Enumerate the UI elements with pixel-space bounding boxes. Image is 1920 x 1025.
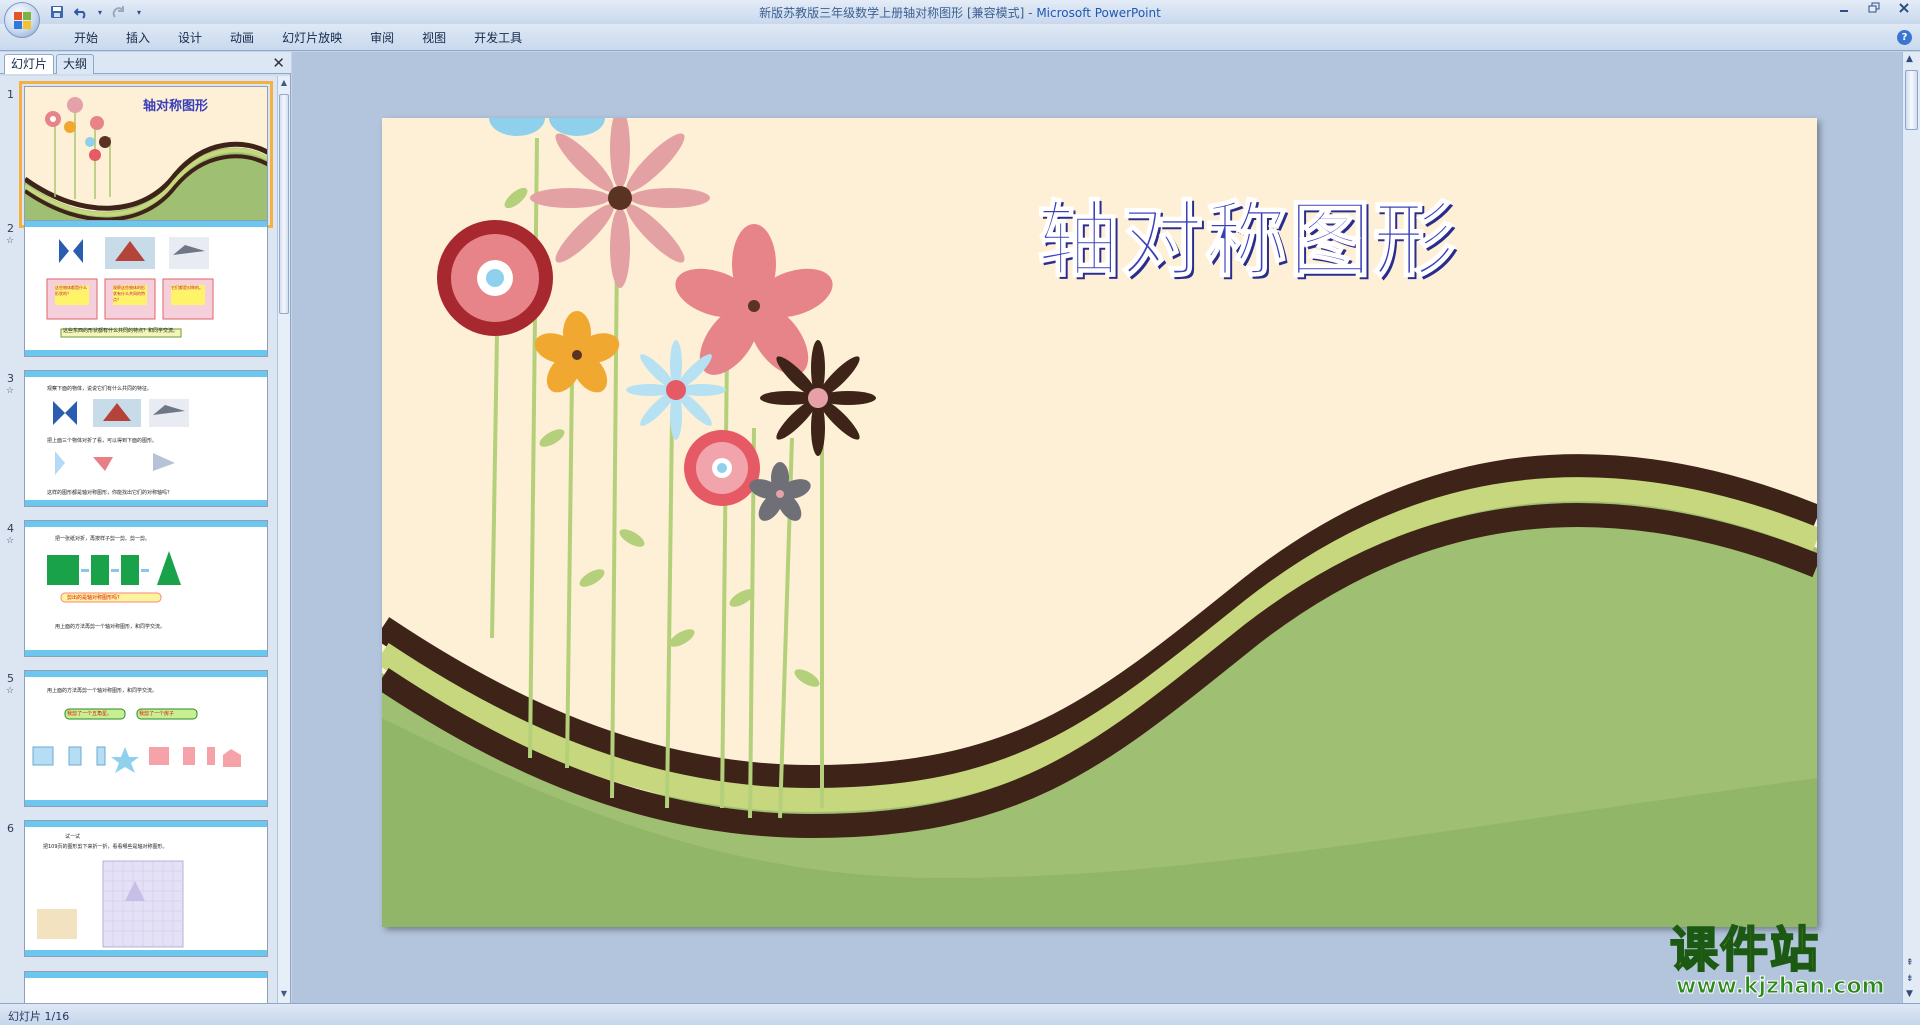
- restore-icon[interactable]: [1864, 2, 1884, 18]
- thumbnail-caption: 用上面的方法再剪一个轴对称图形，和同学交流。: [47, 688, 158, 694]
- watermark-url: www.kjzhan.com: [1676, 974, 1886, 1000]
- thumbnail-caption: 这些东西的形状都有什么共同的特点？和同学交流。: [63, 328, 179, 334]
- scrollbar-thumb[interactable]: [1905, 70, 1918, 130]
- tab-developer[interactable]: 开发工具: [460, 29, 536, 47]
- window-controls: [1834, 2, 1914, 18]
- thumbnail-number: 2: [7, 222, 14, 235]
- thumbnail-slide-5[interactable]: 用上面的方法再剪一个轴对称图形，和同学交流。 我剪了一个五角星。 我剪了一个房子: [24, 670, 268, 807]
- scroll-up-icon[interactable]: ▲: [1906, 54, 1913, 64]
- app-name: Microsoft PowerPoint: [1036, 6, 1161, 20]
- thumbnail-caption: 观察下面的物体，说说它们有什么共同的特征。: [47, 386, 153, 392]
- window-title: 新版苏教版三年级数学上册轴对称图形 [兼容模式] - Microsoft Pow…: [0, 4, 1920, 21]
- animation-star-icon: ☆: [6, 386, 15, 396]
- editing-canvas: 轴对称图形: [292, 52, 1902, 1003]
- scroll-down-icon[interactable]: ▼: [279, 989, 289, 1001]
- tab-view[interactable]: 视图: [408, 29, 460, 47]
- thumbnail-slide-7[interactable]: [24, 971, 268, 1003]
- thumbnail-slide-6[interactable]: 试一试 把109页的图形剪下来折一折，看看哪些是轴对称图形。: [24, 820, 268, 957]
- thumbnail-caption: 把上面三个物体对折了看，可以得到下面的图形。: [47, 438, 158, 444]
- thumbnail-number: 5: [7, 672, 14, 685]
- scrollbar-thumb[interactable]: [279, 94, 289, 314]
- ribbon: 开始 插入 设计 动画 幻灯片放映 审阅 视图 开发工具 ?: [0, 24, 1920, 51]
- animation-star-icon: ☆: [6, 686, 15, 696]
- tab-review[interactable]: 审阅: [356, 29, 408, 47]
- tab-design[interactable]: 设计: [164, 29, 216, 47]
- thumbnail-slide-2[interactable]: 这些东西的形状都有什么共同的特点？和同学交流。 这些物体都是什么形状的？ 观察这…: [24, 220, 268, 357]
- tab-home[interactable]: 开始: [60, 29, 112, 47]
- scroll-down-icon[interactable]: ▼: [1906, 989, 1913, 999]
- tab-insert[interactable]: 插入: [112, 29, 164, 47]
- thumbnail-bubble: 我剪了一个五角星。: [67, 711, 113, 717]
- slide[interactable]: 轴对称图形: [382, 118, 1817, 927]
- animation-star-icon: ☆: [6, 236, 15, 246]
- office-logo-icon: [14, 12, 32, 30]
- tab-slideshow[interactable]: 幻灯片放映: [268, 29, 356, 47]
- thumbnail-number: 6: [7, 822, 14, 835]
- thumbnail-artwork: [37, 860, 184, 948]
- previous-slide-icon[interactable]: ⇞: [1906, 958, 1914, 968]
- scroll-up-icon[interactable]: ▲: [279, 78, 289, 90]
- thumbnail-question: 剪出的是轴对称图形吗？: [67, 595, 123, 601]
- slide-title[interactable]: 轴对称图形: [1036, 173, 1457, 292]
- next-slide-icon[interactable]: ⇟: [1906, 974, 1914, 984]
- watermark-title: 课件站: [1669, 921, 1821, 979]
- thumbnail-box-text: 它们都是对称的。: [171, 285, 203, 290]
- thumbnail-box-text: 这些物体都是什么形状的？: [55, 285, 87, 296]
- title-separator: -: [1024, 6, 1037, 20]
- tab-animations[interactable]: 动画: [216, 29, 268, 47]
- thumbnail-title: 轴对称图形: [143, 99, 209, 114]
- thumbnail-box-text: 观察这些物体的形状有什么共同的特点？: [113, 285, 145, 302]
- tab-outline[interactable]: 大纲: [56, 54, 95, 74]
- thumbnail-bubble: 我剪了一个房子: [139, 711, 175, 717]
- slide-counter: 幻灯片 1/16: [8, 1010, 70, 1023]
- pane-scrollbar[interactable]: ▲ ▼: [277, 76, 290, 1003]
- thumbnail-list[interactable]: 1 轴对称图形 2 ☆ 这些东西的形状都有什么共同的特点？和同学交流。 这些物体…: [0, 76, 278, 1003]
- help-icon[interactable]: ?: [1897, 30, 1912, 45]
- thumbnail-caption: 用上面的方法再剪一个轴对称图形，和同学交流。: [55, 624, 166, 630]
- ribbon-tabs: 开始 插入 设计 动画 幻灯片放映 审阅 视图 开发工具: [60, 29, 536, 47]
- thumbnail-slide-1[interactable]: 轴对称图形: [19, 81, 273, 228]
- thumbnail-slide-4[interactable]: 把一张纸对折，再按样子剪一剪。剪一剪。 剪出的是轴对称图形吗？ 用上面的方法再剪…: [24, 520, 268, 657]
- thumbnail-slide-3[interactable]: 观察下面的物体，说说它们有什么共同的特征。 把上面三个物体对折了看，可以得到下面…: [24, 370, 268, 507]
- vertical-scrollbar[interactable]: ▲ ⇞ ⇟ ▼: [1902, 52, 1920, 1003]
- title-bar: ▾ ▾ 新版苏教版三年级数学上册轴对称图形 [兼容模式] - Microsoft…: [0, 0, 1920, 24]
- close-icon[interactable]: [1894, 2, 1914, 18]
- thumbnail-number: 3: [7, 372, 14, 385]
- thumbnail-caption: 这样的图形都是轴对称图形，你能找出它们的对称轴吗？: [47, 490, 173, 496]
- thumbnail-number: 4: [7, 522, 14, 535]
- document-title: 新版苏教版三年级数学上册轴对称图形 [兼容模式]: [759, 6, 1025, 20]
- pane-tab-strip: 幻灯片 大纲 ✕: [0, 52, 291, 74]
- status-bar: 幻灯片 1/16: [0, 1003, 1920, 1025]
- pane-close-icon[interactable]: ✕: [272, 54, 285, 72]
- thumbnail-caption: 把一张纸对折，再按样子剪一剪。剪一剪。: [55, 536, 151, 542]
- thumbnail-number: 1: [7, 88, 14, 101]
- animation-star-icon: ☆: [6, 536, 15, 546]
- watermark: 课件站 www.kjzhan.com: [1669, 921, 1902, 1002]
- office-button[interactable]: [4, 2, 40, 38]
- thumbnail-label: 试一试: [65, 834, 81, 840]
- minimize-icon[interactable]: [1834, 2, 1854, 18]
- thumbnail-caption: 把109页的图形剪下来折一折，看看哪些是轴对称图形。: [43, 844, 168, 850]
- tab-slides[interactable]: 幻灯片: [4, 54, 55, 74]
- slides-pane: 幻灯片 大纲 ✕ 1 轴对称图形 2 ☆ 这些东西的形状都有什么共同的特点？和同…: [0, 52, 291, 1003]
